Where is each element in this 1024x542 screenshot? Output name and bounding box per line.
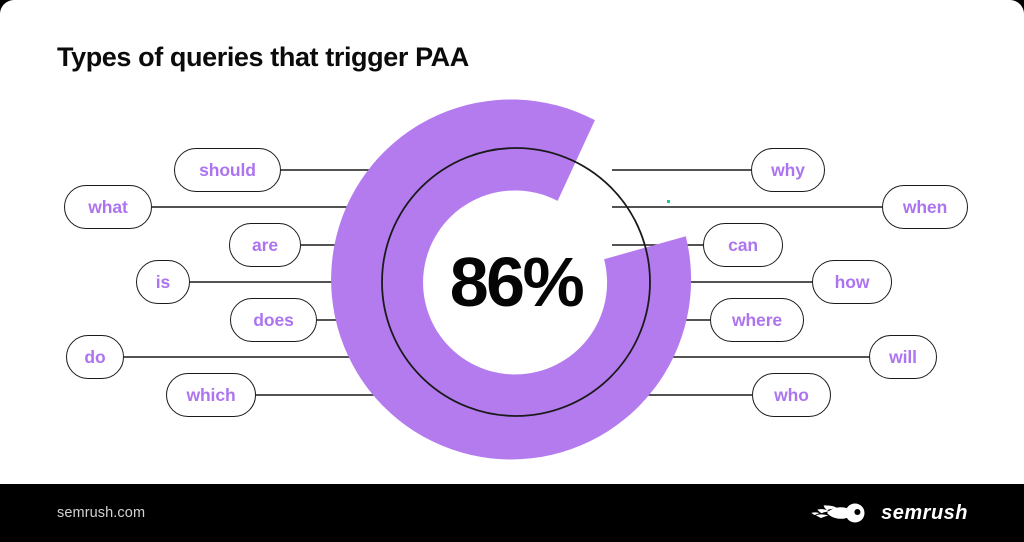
pill-label: who: [774, 384, 809, 405]
query-pill-do[interactable]: do: [66, 335, 124, 379]
semrush-wordmark: semrush: [881, 501, 968, 524]
pill-label: do: [84, 346, 106, 367]
infographic-root: Types of queries that trigger PAA 86% sh…: [0, 0, 1024, 542]
query-pill-what[interactable]: what: [64, 185, 152, 229]
query-pill-why[interactable]: why: [751, 148, 825, 192]
pill-label: how: [834, 271, 870, 292]
pill-label: should: [199, 159, 256, 180]
query-pill-can[interactable]: can: [703, 223, 783, 267]
pill-label: does: [253, 309, 294, 330]
pill-label: when: [902, 196, 948, 217]
pill-label: can: [728, 234, 758, 255]
footer-site-url[interactable]: semrush.com: [57, 505, 145, 521]
pill-label: is: [155, 271, 171, 292]
pill-label: what: [88, 196, 128, 217]
query-pill-will[interactable]: will: [869, 335, 937, 379]
semrush-comet-icon: [811, 503, 865, 523]
pill-label: why: [771, 159, 805, 180]
content-card: Types of queries that trigger PAA 86% sh…: [0, 0, 1024, 484]
query-pill-is[interactable]: is: [136, 260, 190, 304]
pill-label: where: [731, 309, 783, 330]
query-pill-where[interactable]: where: [710, 298, 804, 342]
query-pill-does[interactable]: does: [230, 298, 317, 342]
query-pill-who[interactable]: who: [752, 373, 831, 417]
semrush-logo[interactable]: semrush: [811, 501, 968, 525]
pill-label: which: [186, 384, 236, 405]
query-pill-are[interactable]: are: [229, 223, 301, 267]
query-pill-when[interactable]: when: [882, 185, 968, 229]
pill-label: are: [252, 234, 278, 255]
donut-center-value: 86%: [449, 243, 585, 321]
query-pill-how[interactable]: how: [812, 260, 892, 304]
query-pill-should[interactable]: should: [174, 148, 281, 192]
chart-stage: 86% should what are is does do which why…: [0, 0, 1024, 484]
footer-bar: semrush.com semrush: [0, 484, 1024, 542]
pill-label: will: [889, 346, 917, 367]
query-pill-which[interactable]: which: [166, 373, 256, 417]
accent-marker-dot: [667, 200, 670, 203]
